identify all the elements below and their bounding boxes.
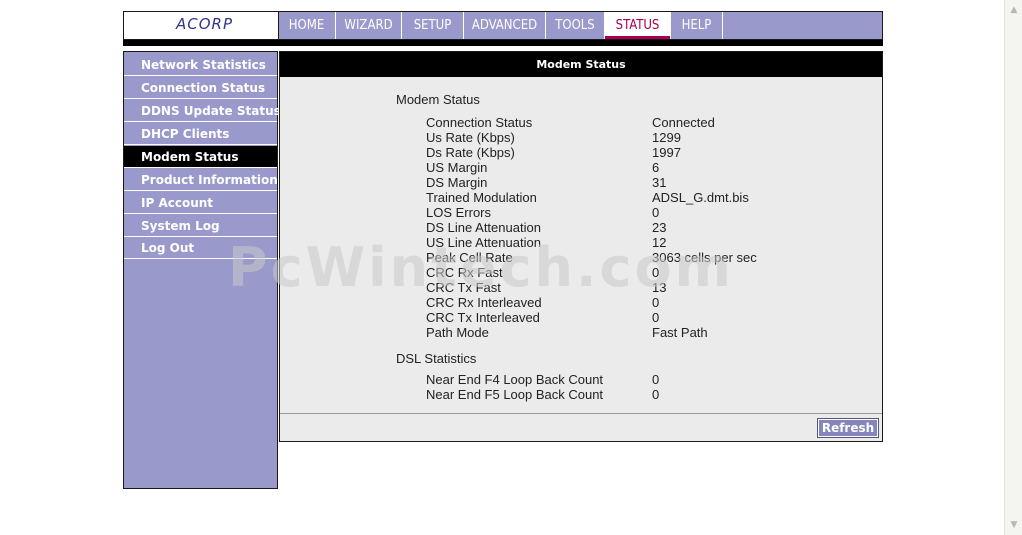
acorp-logo: ACORP (176, 15, 234, 33)
sidebar-item-product-information[interactable]: Product Information (124, 169, 278, 191)
scroll-down-icon[interactable]: ▼ (1007, 518, 1021, 532)
tab-status[interactable]: STATUS (605, 12, 671, 39)
stat-label: US Line Attenuation (426, 235, 541, 250)
vertical-scrollbar[interactable]: ▲ ▼ (1004, 0, 1022, 535)
stat-value: 0 (652, 372, 660, 387)
sidebar-item-connection-status[interactable]: Connection Status (124, 77, 277, 99)
sidebar-item-log-out[interactable]: Log Out (124, 237, 277, 259)
stat-value: 12 (652, 235, 667, 250)
sidebar-item-dhcp-clients[interactable]: DHCP Clients (124, 123, 277, 145)
stat-label: Connection Status (426, 115, 533, 130)
sidebar: Network Statistics Connection Status DDN… (123, 51, 281, 489)
tab-setup[interactable]: SETUP (402, 12, 464, 39)
stat-value: 1299 (652, 130, 681, 145)
stat-value: 3063 cells per sec (652, 250, 757, 265)
stat-value: 23 (652, 220, 667, 235)
top-navigation: ACORP HOME WIZARD SETUP ADVANCED TOOLS S… (123, 11, 883, 40)
tab-home[interactable]: HOME (278, 12, 336, 39)
tab-advanced[interactable]: ADVANCED (464, 12, 546, 39)
stat-value: Fast Path (652, 325, 708, 340)
sidebar-item-ip-account[interactable]: IP Account (124, 192, 277, 214)
footer-divider (280, 413, 882, 414)
sidebar-item-modem-status[interactable]: Modem Status (124, 146, 277, 168)
stat-label: CRC Rx Interleaved (426, 295, 542, 310)
stat-label: Near End F4 Loop Back Count (426, 372, 604, 387)
stat-label: CRC Tx Interleaved (426, 310, 540, 325)
main-panel: Modem Status Modem Status Connection Sta… (279, 51, 883, 442)
stat-value: 0 (652, 295, 660, 310)
stat-label: DS Line Attenuation (426, 220, 541, 235)
stat-label: Trained Modulation (426, 190, 537, 205)
stat-value: 0 (652, 310, 660, 325)
stat-value: 0 (652, 205, 660, 220)
refresh-button[interactable]: Refresh (817, 418, 879, 438)
tab-wizard[interactable]: WIZARD (336, 12, 402, 39)
stat-value: 0 (652, 265, 660, 280)
stat-label: Ds Rate (Kbps) (426, 145, 515, 160)
tab-help[interactable]: HELP (671, 12, 723, 39)
section-title-modem-status: Modem Status (396, 92, 480, 107)
stat-value: 1997 (652, 145, 681, 160)
sidebar-item-system-log[interactable]: System Log (124, 215, 277, 237)
stat-label: CRC Tx Fast (426, 280, 501, 295)
scroll-up-icon[interactable]: ▲ (1007, 3, 1021, 17)
stat-label: DS Margin (426, 175, 488, 190)
stat-value: 0 (652, 387, 660, 402)
stat-label: CRC Rx Fast (426, 265, 503, 280)
logo: ACORP (124, 12, 279, 39)
page-title: Modem Status (280, 52, 882, 77)
stat-label: Us Rate (Kbps) (426, 130, 515, 145)
stat-value: 31 (652, 175, 667, 190)
sidebar-item-network-statistics[interactable]: Network Statistics (124, 54, 277, 76)
tab-tools[interactable]: TOOLS (546, 12, 605, 39)
section-title-dsl-statistics: DSL Statistics (396, 351, 477, 366)
stat-label: Path Mode (426, 325, 489, 340)
stat-label: LOS Errors (426, 205, 492, 220)
header-divider (123, 40, 883, 46)
stat-value: ADSL_G.dmt.bis (652, 190, 749, 205)
sidebar-item-ddns-update-status[interactable]: DDNS Update Status (124, 100, 281, 122)
stat-value: 13 (652, 280, 667, 295)
stat-label: Near End F5 Loop Back Count (426, 387, 604, 402)
stat-value: 6 (652, 160, 660, 175)
stat-label: Peak Cell Rate (426, 250, 513, 265)
stat-value: Connected (652, 115, 715, 130)
stat-label: US Margin (426, 160, 488, 175)
